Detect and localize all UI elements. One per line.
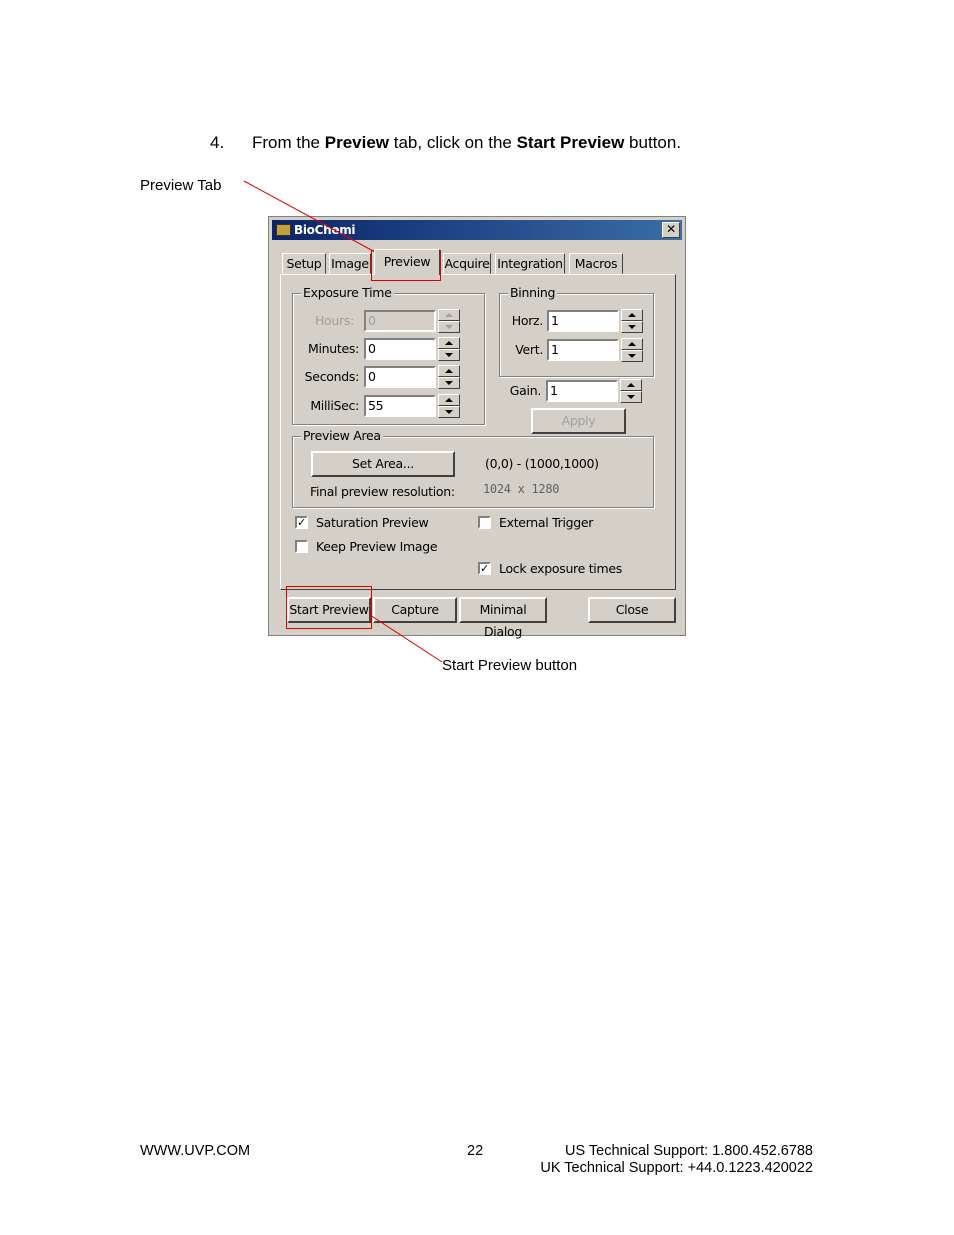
- callout-lines: [243, 180, 443, 663]
- footer-website: WWW.UVP.COM: [140, 1143, 251, 1159]
- preview-tab-leader-line: [243, 180, 376, 253]
- start-preview-leader-line: [369, 614, 443, 663]
- tab-preview[interactable]: Preview: [374, 249, 440, 275]
- us-technical-support: US Technical Support: 1.800.452.6788: [564, 1143, 813, 1159]
- uk-technical-support: UK Technical Support: +44.0.1223.420022: [540, 1160, 813, 1176]
- page-number: 22: [467, 1143, 484, 1159]
